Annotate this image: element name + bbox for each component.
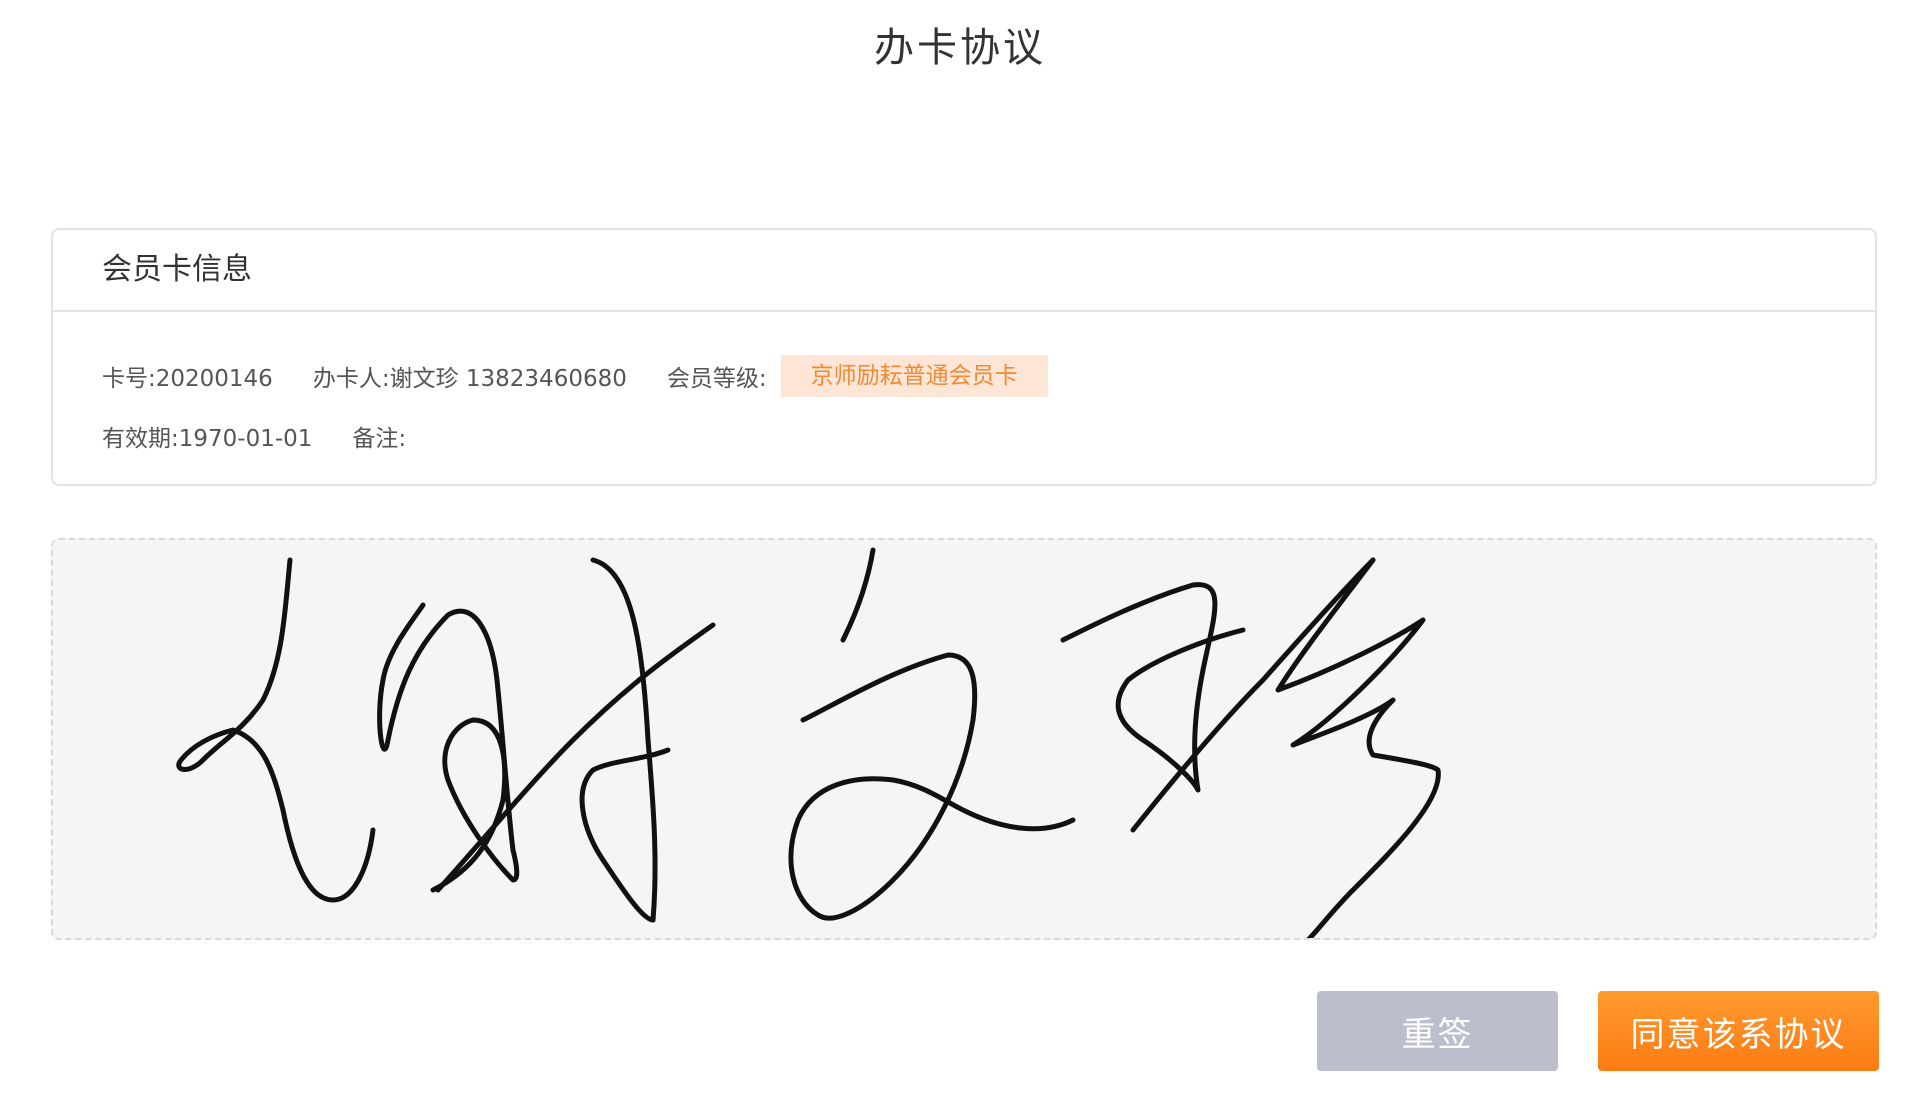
agree-agreement-button[interactable]: 同意该系协议 (1598, 991, 1879, 1071)
member-card-info-panel: 会员卡信息 卡号:20200146 办卡人:谢文珍 13823460680 会员… (51, 228, 1877, 486)
card-info-row-1: 卡号:20200146 办卡人:谢文珍 13823460680 会员等级: 京师… (102, 354, 1048, 398)
remark: 备注: (352, 426, 407, 452)
handwritten-signature (176, 547, 1441, 938)
member-level-label: 会员等级: (666, 366, 767, 392)
signature-pad[interactable] (51, 538, 1877, 940)
resign-button[interactable]: 重签 (1317, 991, 1558, 1071)
card-handler: 办卡人:谢文珍 13823460680 (312, 366, 627, 392)
member-level-field: 会员等级: 京师励耘普通会员卡 (667, 355, 1048, 397)
valid-until: 有效期:1970-01-01 (102, 426, 313, 452)
card-number: 卡号:20200146 (102, 366, 273, 392)
member-level-badge: 京师励耘普通会员卡 (780, 355, 1048, 397)
card-info-header: 会员卡信息 (53, 230, 1875, 312)
page-title: 办卡协议 (874, 25, 1046, 71)
card-info-row-2: 有效期:1970-01-01 备注: (102, 414, 446, 458)
